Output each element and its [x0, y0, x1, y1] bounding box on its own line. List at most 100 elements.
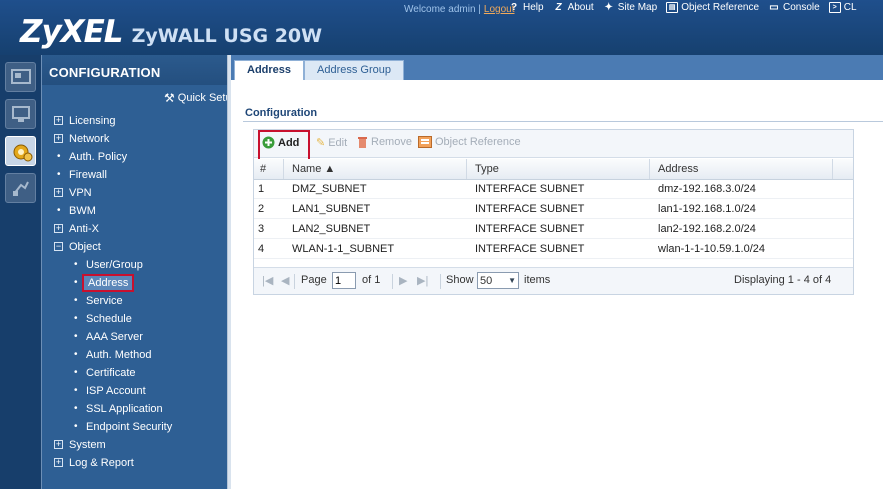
dashboard-rail-button[interactable] — [5, 62, 36, 92]
sidebar-item-ssl-application[interactable]: • SSL Application — [42, 400, 228, 418]
bullet-icon: • — [57, 205, 61, 216]
pager-separator — [392, 274, 393, 289]
column-header-name[interactable]: Name ▲ — [284, 159, 467, 179]
maintenance-rail-button[interactable] — [5, 173, 36, 203]
sidebar-item-vpn[interactable]: + VPN — [42, 184, 228, 202]
row-type: INTERFACE SUBNET — [475, 203, 585, 215]
sidebar-item-licensing[interactable]: + Licensing — [42, 112, 228, 130]
next-page-icon[interactable]: ▶ — [399, 274, 407, 287]
sidebar-item-schedule[interactable]: • Schedule — [42, 310, 228, 328]
row-number: 2 — [258, 203, 265, 215]
page-size-select[interactable]: 50 ▼ — [477, 272, 519, 289]
monitor-icon — [12, 106, 30, 122]
help-link[interactable]: ? Help — [508, 2, 544, 13]
sidebar-item-system[interactable]: + System — [42, 436, 228, 454]
welcome-text: Welcome admin | — [404, 4, 481, 15]
sidebar-item-label: Firewall — [69, 169, 107, 181]
table-row[interactable]: 1 DMZ_SUBNET INTERFACE SUBNET dmz-192.16… — [254, 180, 853, 199]
row-type: INTERFACE SUBNET — [475, 183, 585, 195]
dashboard-icon — [11, 69, 31, 84]
object-reference-label: Object Reference — [435, 136, 521, 148]
sidebar-item-user-group[interactable]: • User/Group — [42, 256, 228, 274]
table-row[interactable]: 4 WLAN-1-1_SUBNET INTERFACE SUBNET wlan-… — [254, 240, 853, 259]
object-reference-button[interactable]: Object Reference — [418, 136, 521, 148]
remove-button[interactable]: Remove — [357, 136, 412, 148]
sidebar-item-service[interactable]: • Service — [42, 292, 228, 310]
about-icon: Z — [555, 2, 562, 13]
sidebar-item-label: ISP Account — [86, 385, 146, 397]
last-page-icon[interactable]: ▶| — [417, 274, 428, 287]
bullet-icon: • — [74, 313, 78, 324]
cli-link[interactable]: > CL — [828, 2, 857, 13]
edit-icon: ✎ — [316, 137, 326, 149]
icon-rail — [0, 55, 41, 489]
expand-icon: + — [54, 457, 63, 467]
site-map-link[interactable]: ✦ Site Map — [603, 2, 658, 13]
sidebar-item-label: Auth. Method — [86, 349, 152, 361]
bullet-icon: • — [74, 331, 78, 342]
sidebar-item-certificate[interactable]: • Certificate — [42, 364, 228, 382]
table-row[interactable]: 3 LAN2_SUBNET INTERFACE SUBNET lan2-192.… — [254, 220, 853, 239]
page-count-label: of 1 — [362, 274, 381, 286]
about-label: About — [567, 2, 594, 13]
row-type: INTERFACE SUBNET — [475, 223, 585, 235]
model-name: ZyWALL USG 20W — [131, 25, 323, 47]
edit-button[interactable]: ✎ Edit — [316, 136, 347, 150]
sidebar-item-isp-account[interactable]: • ISP Account — [42, 382, 228, 400]
sidebar-item-label: Licensing — [69, 115, 116, 127]
expand-icon: + — [54, 223, 63, 233]
row-address: wlan-1-1-10.59.1.0/24 — [658, 243, 766, 255]
object-reference-icon — [418, 136, 432, 148]
sidebar-item-bwm[interactable]: • BWM — [42, 202, 228, 220]
sidebar-item-auth-method[interactable]: • Auth. Method — [42, 346, 228, 364]
row-name: WLAN-1-1_SUBNET — [292, 243, 395, 255]
table-header: # Name ▲ Type Address — [254, 159, 853, 180]
app-window: ZyXEL ZyWALL USG 20W Welcome admin | Logo… — [0, 0, 883, 489]
add-button[interactable]: Add — [258, 130, 310, 161]
site-map-icon: ✦ — [604, 2, 613, 13]
sidebar-item-object[interactable]: − Object — [42, 238, 228, 256]
bullet-icon: • — [74, 349, 78, 360]
remove-label: Remove — [371, 136, 412, 148]
console-link[interactable]: ▭ Console — [768, 2, 819, 13]
about-link[interactable]: Z About — [553, 2, 594, 13]
sidebar-item-address[interactable]: • Address — [42, 274, 228, 292]
tab-address-group[interactable]: Address Group — [304, 60, 404, 80]
brand: ZyXEL ZyWALL USG 20W — [20, 14, 322, 50]
collapse-icon: − — [54, 241, 63, 251]
sidebar-item-endpoint-security[interactable]: • Endpoint Security — [42, 418, 228, 436]
row-name: LAN2_SUBNET — [292, 223, 371, 235]
sidebar-item-label: Schedule — [86, 313, 132, 325]
page-number-input[interactable] — [332, 272, 356, 289]
column-header-type[interactable]: Type — [467, 159, 650, 179]
expand-icon: + — [54, 439, 63, 449]
first-page-icon[interactable]: |◀ — [262, 274, 273, 287]
row-type: INTERFACE SUBNET — [475, 243, 585, 255]
table-row[interactable]: 2 LAN1_SUBNET INTERFACE SUBNET lan1-192.… — [254, 200, 853, 219]
previous-page-icon[interactable]: ◀ — [281, 274, 289, 287]
chevron-down-icon: ▼ — [508, 276, 516, 285]
row-address: lan2-192.168.2.0/24 — [658, 223, 756, 235]
tab-address[interactable]: Address — [234, 60, 305, 80]
monitor-rail-button[interactable] — [5, 99, 36, 129]
maintenance-icon — [13, 181, 29, 196]
sidebar-item-label: Object — [69, 241, 101, 253]
row-address: lan1-192.168.1.0/24 — [658, 203, 756, 215]
sidebar-item-aaa-server[interactable]: • AAA Server — [42, 328, 228, 346]
object-reference-label: Object Reference — [681, 2, 760, 13]
items-label: items — [524, 274, 551, 286]
sidebar-item-label: System — [69, 439, 106, 451]
sidebar-item-firewall[interactable]: • Firewall — [42, 166, 228, 184]
sidebar-item-log-report[interactable]: + Log & Report — [42, 454, 228, 472]
column-header-number[interactable]: # — [254, 159, 284, 179]
sidebar-item-anti-x[interactable]: + Anti-X — [42, 220, 228, 238]
sidebar-item-network[interactable]: + Network — [42, 130, 228, 148]
sidebar-item-auth-policy[interactable]: • Auth. Policy — [42, 148, 228, 166]
object-reference-link[interactable]: ▤ Object Reference — [666, 2, 759, 13]
section-divider — [243, 121, 883, 122]
main-panel: Address Address Group Configuration Add … — [231, 55, 883, 489]
column-header-address[interactable]: Address — [650, 159, 833, 179]
page-label: Page — [301, 274, 327, 286]
configuration-rail-button[interactable] — [5, 136, 36, 166]
bullet-icon: • — [57, 151, 61, 162]
